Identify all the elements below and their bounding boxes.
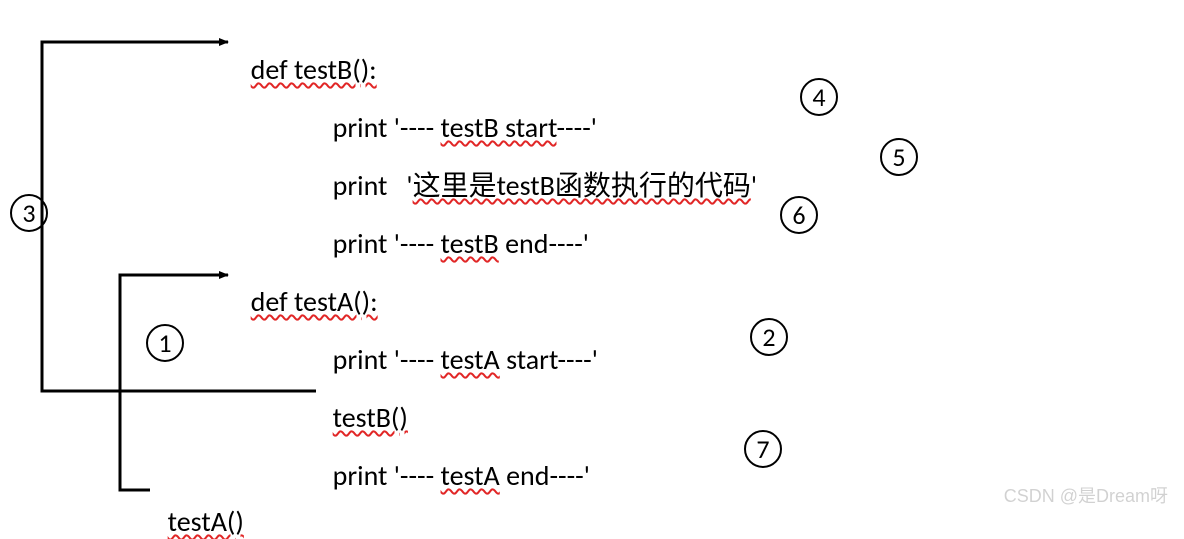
code-text: testA — [441, 342, 500, 377]
code-testa-line1: print '---- testA start----' — [320, 318, 598, 374]
code-text: testB start — [441, 110, 557, 145]
code-testa-def: def testA(): — [238, 260, 378, 316]
code-testb-line1: print '---- testB start----' — [320, 86, 597, 142]
code-testb-line3: print '---- testB end----' — [320, 202, 589, 258]
code-text: print '---- — [333, 226, 441, 261]
code-text: start----' — [500, 342, 598, 377]
code-testb-line2: print '这里是testB函数执行的代码' — [320, 144, 757, 200]
marker-4: 4 — [800, 78, 838, 116]
marker-label: 3 — [22, 197, 35, 229]
marker-label: 2 — [762, 321, 775, 353]
code-text: 这里是testB函数执行的代码 — [413, 168, 751, 203]
code-text: testA — [441, 458, 500, 493]
code-text: ----' — [556, 110, 596, 145]
code-text: def testB(): — [251, 52, 377, 87]
marker-label: 1 — [158, 327, 171, 359]
watermark: CSDN @是Dream呀 — [1004, 482, 1168, 508]
marker-label: 6 — [792, 199, 805, 231]
marker-2: 2 — [750, 318, 788, 356]
marker-label: 4 — [812, 81, 825, 113]
code-testb-def: def testB(): — [238, 28, 377, 84]
code-call-testa: testA() — [155, 480, 244, 536]
code-text: print '---- — [333, 458, 441, 493]
arrow-1 — [120, 275, 228, 490]
code-text: ' — [751, 168, 757, 203]
code-text: testB() — [333, 400, 408, 435]
code-testa-line2: testB() — [320, 376, 408, 432]
watermark-text: CSDN @是Dream呀 — [1004, 486, 1168, 506]
code-text: print '---- — [333, 110, 441, 145]
code-testa-line3: print '---- testA end----' — [320, 434, 590, 490]
marker-5: 5 — [880, 138, 918, 176]
flow-arrows — [0, 0, 1184, 514]
code-text: print ' — [333, 168, 413, 203]
code-text: end----' — [499, 226, 589, 261]
marker-6: 6 — [780, 196, 818, 234]
code-text: testA() — [168, 504, 244, 539]
marker-label: 5 — [892, 141, 905, 173]
marker-1: 1 — [146, 324, 184, 362]
code-text: testB — [441, 226, 499, 261]
marker-7: 7 — [744, 430, 782, 468]
marker-3: 3 — [10, 194, 48, 232]
code-text: end----' — [500, 458, 590, 493]
marker-label: 7 — [756, 433, 769, 465]
code-text: print '---- — [333, 342, 441, 377]
code-text: def testA(): — [251, 284, 378, 319]
